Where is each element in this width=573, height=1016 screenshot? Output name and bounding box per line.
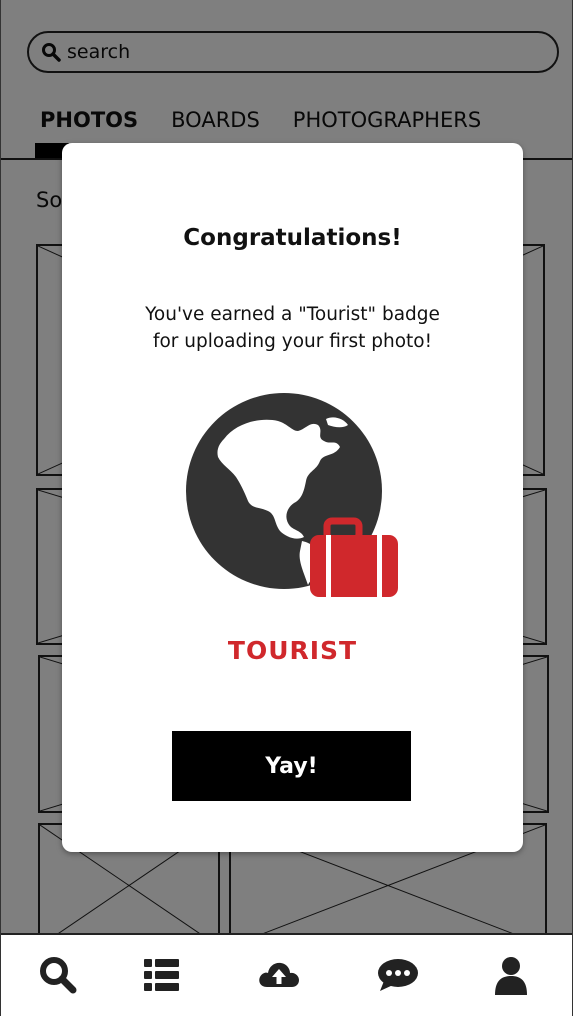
list-icon bbox=[141, 955, 181, 999]
bottom-nav bbox=[0, 933, 573, 1016]
dialog-message-line-1: You've earned a "Tourist" badge bbox=[145, 304, 440, 325]
nav-messages-button[interactable] bbox=[374, 953, 422, 1001]
yay-button[interactable]: Yay! bbox=[172, 731, 411, 801]
badge-name: TOURIST bbox=[227, 636, 358, 665]
chat-icon bbox=[376, 956, 420, 998]
cloud-upload-icon bbox=[257, 957, 301, 997]
nav-search-button[interactable] bbox=[34, 953, 82, 1001]
search-icon bbox=[38, 955, 78, 999]
user-icon bbox=[493, 955, 529, 999]
dialog-title: Congratulations! bbox=[183, 225, 402, 251]
tourist-badge-graphic bbox=[184, 391, 404, 601]
app-screen: search PHOTOS BOARDS PHOTOGRAPHERS So bbox=[0, 0, 573, 1016]
nav-profile-button[interactable] bbox=[487, 953, 535, 1001]
nav-list-button[interactable] bbox=[137, 953, 185, 1001]
dialog-message-line-2: for uploading your first photo! bbox=[152, 331, 433, 352]
badge-dialog: Congratulations! You've earned a "Touris… bbox=[62, 143, 523, 852]
dialog-message: You've earned a "Tourist" badge for uplo… bbox=[102, 301, 483, 355]
nav-upload-button[interactable] bbox=[255, 953, 303, 1001]
